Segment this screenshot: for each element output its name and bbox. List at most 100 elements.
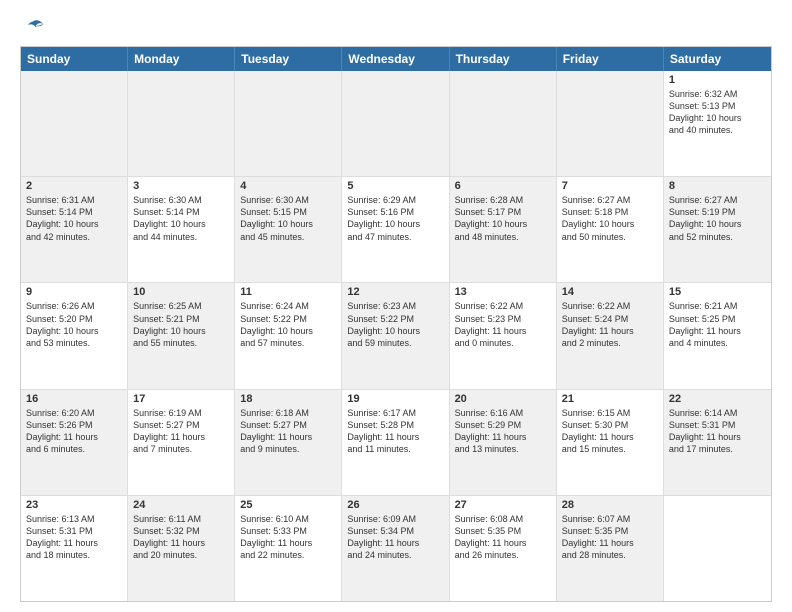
calendar-cell: 14 Sunrise: 6:22 AM Sunset: 5:24 PM Dayli… [557,283,664,388]
calendar: SundayMondayTuesdayWednesdayThursdayFrid… [20,46,772,602]
cell-info-text: Sunrise: 6:30 AM Sunset: 5:15 PM Dayligh… [240,194,336,243]
cell-info-text: Sunrise: 6:27 AM Sunset: 5:19 PM Dayligh… [669,194,766,243]
calendar-cell: 9 Sunrise: 6:26 AM Sunset: 5:20 PM Daylig… [21,283,128,388]
cell-info-text: Sunrise: 6:15 AM Sunset: 5:30 PM Dayligh… [562,407,658,456]
cell-info-text: Sunrise: 6:09 AM Sunset: 5:34 PM Dayligh… [347,513,443,562]
calendar-cell: 23 Sunrise: 6:13 AM Sunset: 5:31 PM Dayli… [21,496,128,601]
day-number: 22 [669,393,766,405]
day-number: 25 [240,499,336,511]
calendar-cell [342,71,449,176]
day-number: 2 [26,180,122,192]
header-day-friday: Friday [557,47,664,71]
calendar-cell: 16 Sunrise: 6:20 AM Sunset: 5:26 PM Dayli… [21,390,128,495]
calendar-cell [128,71,235,176]
day-number: 8 [669,180,766,192]
calendar-cell: 24 Sunrise: 6:11 AM Sunset: 5:32 PM Dayli… [128,496,235,601]
cell-info-text: Sunrise: 6:23 AM Sunset: 5:22 PM Dayligh… [347,300,443,349]
cell-info-text: Sunrise: 6:22 AM Sunset: 5:23 PM Dayligh… [455,300,551,349]
cell-info-text: Sunrise: 6:24 AM Sunset: 5:22 PM Dayligh… [240,300,336,349]
day-number: 24 [133,499,229,511]
calendar-row-3: 16 Sunrise: 6:20 AM Sunset: 5:26 PM Dayli… [21,389,771,495]
calendar-cell [557,71,664,176]
day-number: 23 [26,499,122,511]
day-number: 11 [240,286,336,298]
calendar-cell: 4 Sunrise: 6:30 AM Sunset: 5:15 PM Daylig… [235,177,342,282]
cell-info-text: Sunrise: 6:28 AM Sunset: 5:17 PM Dayligh… [455,194,551,243]
cell-info-text: Sunrise: 6:19 AM Sunset: 5:27 PM Dayligh… [133,407,229,456]
calendar-cell: 7 Sunrise: 6:27 AM Sunset: 5:18 PM Daylig… [557,177,664,282]
header [20,16,772,38]
calendar-cell: 11 Sunrise: 6:24 AM Sunset: 5:22 PM Dayli… [235,283,342,388]
calendar-row-4: 23 Sunrise: 6:13 AM Sunset: 5:31 PM Dayli… [21,495,771,601]
calendar-cell: 21 Sunrise: 6:15 AM Sunset: 5:30 PM Dayli… [557,390,664,495]
day-number: 13 [455,286,551,298]
header-day-thursday: Thursday [450,47,557,71]
calendar-cell: 6Sunrise: 6:28 AM Sunset: 5:17 PM Daylig… [450,177,557,282]
header-day-saturday: Saturday [664,47,771,71]
calendar-cell [664,496,771,601]
calendar-cell: 3 Sunrise: 6:30 AM Sunset: 5:14 PM Daylig… [128,177,235,282]
cell-info-text: Sunrise: 6:32 AM Sunset: 5:13 PM Dayligh… [669,88,766,137]
logo [20,16,44,38]
day-number: 20 [455,393,551,405]
day-number: 19 [347,393,443,405]
day-number: 16 [26,393,122,405]
day-number: 3 [133,180,229,192]
day-number: 27 [455,499,551,511]
calendar-cell: 19Sunrise: 6:17 AM Sunset: 5:28 PM Dayli… [342,390,449,495]
day-number: 18 [240,393,336,405]
calendar-cell: 13 Sunrise: 6:22 AM Sunset: 5:23 PM Dayli… [450,283,557,388]
calendar-cell: 25 Sunrise: 6:10 AM Sunset: 5:33 PM Dayli… [235,496,342,601]
cell-info-text: Sunrise: 6:27 AM Sunset: 5:18 PM Dayligh… [562,194,658,243]
cell-info-text: Sunrise: 6:29 AM Sunset: 5:16 PM Dayligh… [347,194,443,243]
calendar-row-1: 2 Sunrise: 6:31 AM Sunset: 5:14 PM Daylig… [21,176,771,282]
calendar-cell: 28 Sunrise: 6:07 AM Sunset: 5:35 PM Dayli… [557,496,664,601]
cell-info-text: Sunrise: 6:30 AM Sunset: 5:14 PM Dayligh… [133,194,229,243]
header-day-sunday: Sunday [21,47,128,71]
cell-info-text: Sunrise: 6:10 AM Sunset: 5:33 PM Dayligh… [240,513,336,562]
cell-info-text: Sunrise: 6:08 AM Sunset: 5:35 PM Dayligh… [455,513,551,562]
cell-info-text: Sunrise: 6:26 AM Sunset: 5:20 PM Dayligh… [26,300,122,349]
calendar-cell: 20 Sunrise: 6:16 AM Sunset: 5:29 PM Dayli… [450,390,557,495]
calendar-cell: 10 Sunrise: 6:25 AM Sunset: 5:21 PM Dayli… [128,283,235,388]
day-number: 14 [562,286,658,298]
cell-info-text: Sunrise: 6:20 AM Sunset: 5:26 PM Dayligh… [26,407,122,456]
cell-info-text: Sunrise: 6:25 AM Sunset: 5:21 PM Dayligh… [133,300,229,349]
day-number: 12 [347,286,443,298]
calendar-cell: 1 Sunrise: 6:32 AM Sunset: 5:13 PM Daylig… [664,71,771,176]
day-number: 28 [562,499,658,511]
day-number: 15 [669,286,766,298]
cell-info-text: Sunrise: 6:14 AM Sunset: 5:31 PM Dayligh… [669,407,766,456]
day-number: 17 [133,393,229,405]
day-number: 7 [562,180,658,192]
calendar-cell: 5 Sunrise: 6:29 AM Sunset: 5:16 PM Daylig… [342,177,449,282]
calendar-row-2: 9 Sunrise: 6:26 AM Sunset: 5:20 PM Daylig… [21,282,771,388]
calendar-cell [235,71,342,176]
calendar-cell: 27 Sunrise: 6:08 AM Sunset: 5:35 PM Dayli… [450,496,557,601]
day-number: 4 [240,180,336,192]
cell-info-text: Sunrise: 6:07 AM Sunset: 5:35 PM Dayligh… [562,513,658,562]
cell-info-text: Sunrise: 6:11 AM Sunset: 5:32 PM Dayligh… [133,513,229,562]
calendar-cell [21,71,128,176]
day-number: 1 [669,74,766,86]
page: SundayMondayTuesdayWednesdayThursdayFrid… [0,0,792,612]
day-number: 10 [133,286,229,298]
logo-bird-icon [22,16,44,38]
header-day-wednesday: Wednesday [342,47,449,71]
cell-info-text: Sunrise: 6:22 AM Sunset: 5:24 PM Dayligh… [562,300,658,349]
day-number: 26 [347,499,443,511]
day-number: 9 [26,286,122,298]
cell-info-text: Sunrise: 6:21 AM Sunset: 5:25 PM Dayligh… [669,300,766,349]
cell-info-text: Sunrise: 6:13 AM Sunset: 5:31 PM Dayligh… [26,513,122,562]
day-number: 21 [562,393,658,405]
cell-info-text: Sunrise: 6:16 AM Sunset: 5:29 PM Dayligh… [455,407,551,456]
calendar-cell: 17 Sunrise: 6:19 AM Sunset: 5:27 PM Dayli… [128,390,235,495]
header-day-monday: Monday [128,47,235,71]
cell-info-text: Sunrise: 6:18 AM Sunset: 5:27 PM Dayligh… [240,407,336,456]
day-number: 5 [347,180,443,192]
cell-info-text: Sunrise: 6:31 AM Sunset: 5:14 PM Dayligh… [26,194,122,243]
calendar-cell: 15 Sunrise: 6:21 AM Sunset: 5:25 PM Dayli… [664,283,771,388]
calendar-cell: 12 Sunrise: 6:23 AM Sunset: 5:22 PM Dayli… [342,283,449,388]
calendar-cell: 26 Sunrise: 6:09 AM Sunset: 5:34 PM Dayli… [342,496,449,601]
calendar-cell: 2 Sunrise: 6:31 AM Sunset: 5:14 PM Daylig… [21,177,128,282]
